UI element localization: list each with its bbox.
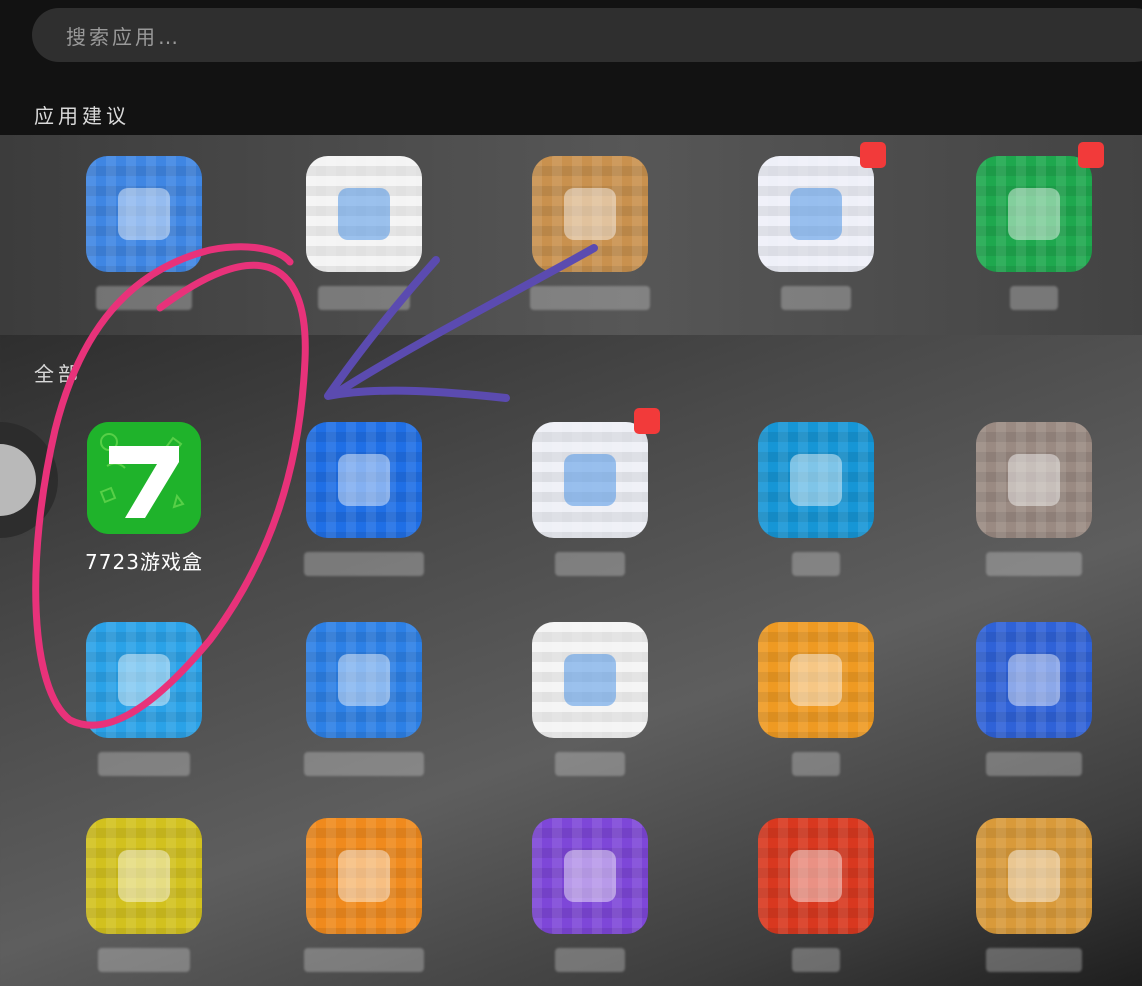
blurred-app-icon [306, 156, 422, 272]
notification-badge [1078, 142, 1104, 168]
all-app-13[interactable] [530, 818, 650, 972]
app-label-blurred [530, 286, 650, 310]
blurred-app-icon [976, 422, 1092, 538]
blurred-app-icon [758, 622, 874, 738]
seven-logo-icon [87, 422, 201, 534]
blurred-app-icon [306, 422, 422, 538]
app-label-blurred [98, 948, 190, 972]
section-title-suggested: 应用建议 [34, 104, 130, 128]
all-app-8[interactable] [530, 622, 650, 776]
all-app-7[interactable] [304, 622, 424, 776]
app-label-blurred [98, 752, 190, 776]
blurred-app-icon [306, 622, 422, 738]
blurred-app-icon [532, 818, 648, 934]
blurred-app-icon [532, 408, 660, 538]
suggested-app-4[interactable] [756, 142, 886, 310]
app-label-blurred [304, 552, 424, 576]
search-placeholder: 搜索应用… [66, 24, 181, 49]
all-app-4[interactable] [756, 422, 876, 576]
blurred-app-icon [86, 156, 202, 272]
all-app-5[interactable] [974, 422, 1094, 576]
notification-badge [860, 142, 886, 168]
blurred-app-icon [86, 818, 202, 934]
app-label-blurred [986, 948, 1082, 972]
app-label-blurred [304, 752, 424, 776]
all-app-6[interactable] [84, 622, 204, 776]
blurred-app-icon [758, 142, 886, 272]
suggested-app-3[interactable] [530, 156, 650, 310]
suggested-app-5[interactable] [974, 142, 1104, 310]
all-app-3[interactable] [530, 408, 660, 576]
app-label-blurred [304, 948, 424, 972]
blurred-app-icon [758, 422, 874, 538]
app-label-blurred [555, 552, 625, 576]
blurred-app-icon [532, 156, 648, 272]
all-app-2[interactable] [304, 422, 424, 576]
app-label-blurred [318, 286, 410, 310]
blurred-app-icon [976, 818, 1092, 934]
app-label-blurred [781, 286, 851, 310]
app-label: 7723游戏盒 [85, 550, 203, 574]
app-label-blurred [986, 552, 1082, 576]
notification-badge [634, 408, 660, 434]
blurred-app-icon [306, 818, 422, 934]
app-label-blurred [986, 752, 1082, 776]
app-label-blurred [1010, 286, 1058, 310]
suggested-app-2[interactable] [304, 156, 424, 310]
blurred-app-icon [976, 622, 1092, 738]
all-app-12[interactable] [304, 818, 424, 972]
floating-assistive-button[interactable] [0, 420, 70, 540]
app-label-blurred [792, 752, 840, 776]
app-label-blurred [792, 552, 840, 576]
suggested-app-1[interactable] [84, 156, 204, 310]
app-label-blurred [555, 752, 625, 776]
blurred-app-icon [758, 818, 874, 934]
all-app-15[interactable] [974, 818, 1094, 972]
blurred-app-icon [86, 622, 202, 738]
blurred-app-icon [532, 622, 648, 738]
search-input[interactable]: 搜索应用… [32, 8, 1142, 62]
app-label-blurred [792, 948, 840, 972]
all-app-9[interactable] [756, 622, 876, 776]
all-app-11[interactable] [84, 818, 204, 972]
all-app-10[interactable] [974, 622, 1094, 776]
app-7723-game-box[interactable]: 7723游戏盒 [84, 422, 204, 575]
section-title-all: 全部 [34, 362, 82, 386]
all-app-14[interactable] [756, 818, 876, 972]
app-label-blurred [555, 948, 625, 972]
blurred-app-icon [976, 142, 1104, 272]
app-label-blurred [96, 286, 192, 310]
